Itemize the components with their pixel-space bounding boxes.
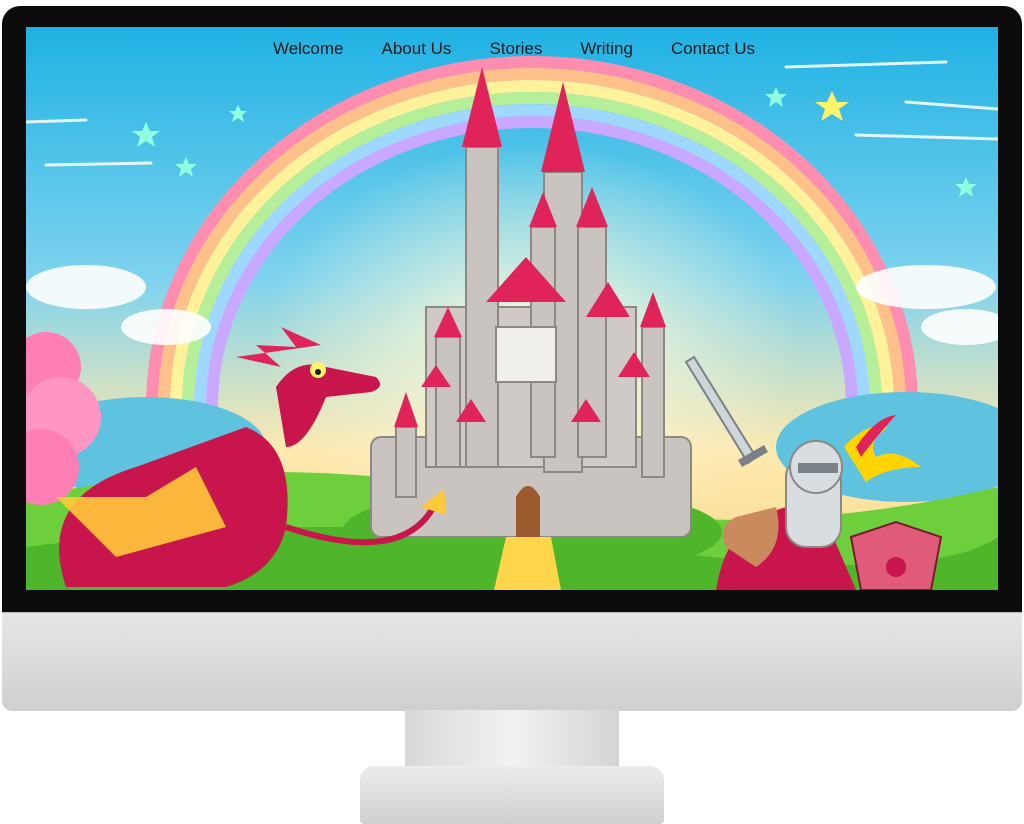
- monitor-chin: [2, 612, 1022, 711]
- hero-illustration: [26, 27, 998, 590]
- shield-icon: [849, 520, 943, 590]
- nav-welcome[interactable]: Welcome: [269, 39, 344, 59]
- nav-stories[interactable]: Stories: [485, 39, 542, 59]
- main-navigation: Welcome About Us Stories Writing Contact…: [26, 39, 998, 59]
- nav-contact-us[interactable]: Contact Us: [667, 39, 755, 59]
- nav-about-us[interactable]: About Us: [378, 39, 452, 59]
- website-screen: Welcome About Us Stories Writing Contact…: [26, 27, 998, 590]
- monitor-stand-neck: [405, 710, 619, 772]
- monitor-stand-base: [360, 766, 664, 824]
- nav-writing[interactable]: Writing: [576, 39, 633, 59]
- monitor-frame: Welcome About Us Stories Writing Contact…: [0, 0, 1024, 824]
